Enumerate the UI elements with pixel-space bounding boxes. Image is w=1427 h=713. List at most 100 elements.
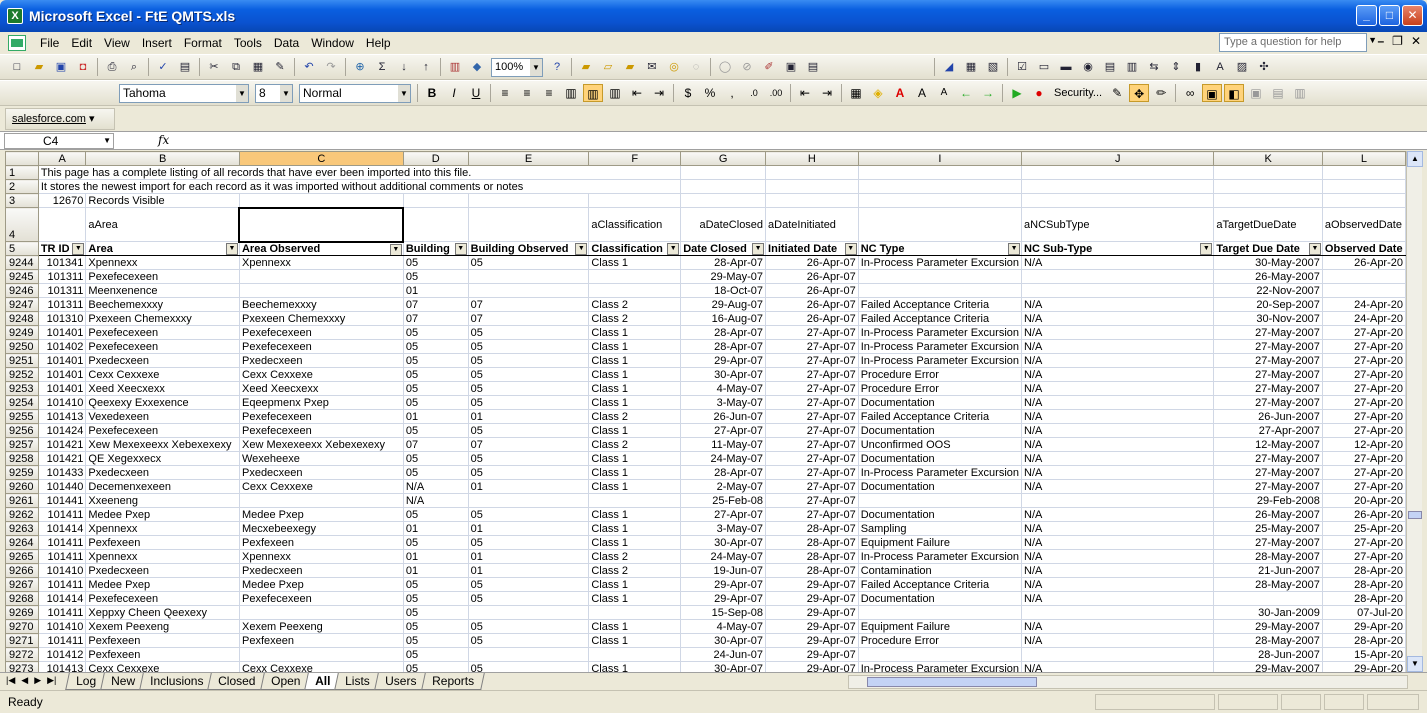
row-header[interactable]: 9273 [5,661,39,672]
filter-header[interactable]: Target Due Date ▼ [1213,241,1323,256]
tool-c-icon[interactable]: ✏ [1151,84,1171,102]
table-cell[interactable]: 101311 [37,269,87,284]
table-cell[interactable]: 26-Jun-2007 [1213,409,1323,424]
row-header[interactable]: 9261 [5,493,39,508]
table-cell[interactable]: Pxedecxeen [85,353,240,368]
table-cell[interactable] [467,493,590,508]
cell[interactable] [765,193,859,208]
table-cell[interactable]: Class 1 [588,479,682,494]
filter-header[interactable]: Date Closed ▼ [680,241,767,256]
row-header[interactable]: 9254 [5,395,39,410]
distribute-icon[interactable]: ▥ [605,84,625,102]
table-cell[interactable]: 12-Apr-20 [1321,437,1406,452]
table-cell[interactable]: 05 [402,325,469,340]
filter-header[interactable]: Observed Date [1321,241,1406,256]
cell[interactable] [1021,179,1215,194]
column-header[interactable]: H [765,151,859,166]
table-cell[interactable]: Xeppxy Cheen Qeexexy [85,605,240,620]
table-cell[interactable]: N/A [402,479,469,494]
table-cell[interactable]: N/A [1021,465,1215,480]
table-cell[interactable]: 27-Apr-20 [1321,549,1406,564]
column-header[interactable]: G [680,151,767,166]
bold-button[interactable]: B [422,84,442,102]
table-cell[interactable]: Class 1 [588,465,682,480]
table-cell[interactable]: 29-Apr-07 [765,591,859,606]
filter-header[interactable]: Area Observed ▼ [238,241,404,256]
table-cell[interactable]: 30-Apr-07 [680,633,767,648]
compare-icon[interactable]: ▤ [805,59,821,75]
table-cell[interactable]: Meenxenence [85,283,240,298]
table-cell[interactable]: 27-May-2007 [1213,535,1323,550]
table-cell[interactable]: Cexx Cexxexe [238,661,404,672]
table-cell[interactable]: In-Process Parameter Excursion [857,325,1023,340]
field-code-cell[interactable] [857,207,1023,242]
table-cell[interactable] [1021,283,1215,298]
table-cell[interactable]: Class 1 [588,423,682,438]
table-cell[interactable]: 15-Sep-08 [680,605,767,620]
table-cell[interactable]: 28-Apr-07 [680,255,767,270]
table-cell[interactable]: 07 [402,437,469,452]
grow-font-icon[interactable]: A [912,84,932,102]
decrease-decimal-icon[interactable]: .00 [766,84,786,102]
table-cell[interactable]: 05 [467,395,590,410]
table-cell[interactable] [238,605,404,620]
table-cell[interactable]: Pexefecexeen [85,269,240,284]
row-header[interactable]: 9272 [5,647,39,662]
row-header[interactable]: 9252 [5,367,39,382]
table-cell[interactable]: 101411 [37,535,87,550]
table-cell[interactable]: 101310 [37,311,87,326]
table-cell[interactable]: 101411 [37,577,87,592]
row-header[interactable]: 9267 [5,577,39,592]
tool-d-icon[interactable]: ∞ [1180,84,1200,102]
close-button[interactable]: ✕ [1402,5,1423,26]
table-cell[interactable] [467,269,590,284]
table-cell[interactable]: Class 1 [588,535,682,550]
table-cell[interactable]: 05 [402,451,469,466]
table-cell[interactable]: 27-Apr-20 [1321,395,1406,410]
table-cell[interactable] [1321,269,1406,284]
table-cell[interactable]: N/A [1021,311,1215,326]
row-header[interactable]: 9262 [5,507,39,522]
table-cell[interactable]: Pxexeen Chemexxxy [85,311,240,326]
table-cell[interactable] [588,283,682,298]
table-cell[interactable]: 2-May-07 [680,479,767,494]
table-cell[interactable]: 27-Apr-07 [765,395,859,410]
table-cell[interactable]: 24-May-07 [680,451,767,466]
sort-descending-icon[interactable]: ↑ [418,59,434,75]
print-preview-icon[interactable]: ⌕ [126,59,142,75]
table-cell[interactable]: 05 [402,633,469,648]
table-cell[interactable]: Eqeepmenx Pxep [238,395,404,410]
table-cell[interactable]: Documentation [857,451,1023,466]
hscroll-thumb[interactable] [867,677,1037,687]
table-cell[interactable]: 3-May-07 [680,521,767,536]
table-cell[interactable]: 28-Apr-07 [680,325,767,340]
table-cell[interactable]: Decemenxexeen [85,479,240,494]
link-icon[interactable]: ◎ [666,59,682,75]
table-cell[interactable]: N/A [1021,409,1215,424]
font-select[interactable]: Tahoma ▼ [119,83,249,103]
table-cell[interactable]: 07 [467,437,590,452]
table-cell[interactable]: 101412 [37,647,87,662]
table-cell[interactable]: 27-Apr-07 [765,339,859,354]
table-cell[interactable]: Equipment Failure [857,535,1023,550]
table-cell[interactable]: 05 [402,661,469,672]
table-cell[interactable]: 27-Apr-20 [1321,479,1406,494]
table-cell[interactable]: 01 [402,563,469,578]
row-header[interactable]: 2 [5,179,39,194]
table-cell[interactable]: 29-Apr-07 [680,577,767,592]
table-cell[interactable]: 05 [467,535,590,550]
table-cell[interactable]: 27-May-2007 [1213,479,1323,494]
tool-f-icon[interactable]: ◧ [1224,84,1245,102]
menu-format[interactable]: Format [178,36,228,50]
table-cell[interactable]: 05 [402,269,469,284]
active-cell[interactable] [238,206,405,243]
table-cell[interactable]: 26-Apr-20 [1321,255,1406,270]
table-cell[interactable]: 28-May-2007 [1213,549,1323,564]
table-cell[interactable]: 29-Feb-2008 [1213,493,1323,508]
table-cell[interactable]: In-Process Parameter Excursion [857,661,1023,672]
percent-icon[interactable]: % [700,84,720,102]
column-header[interactable]: F [588,151,682,166]
table-cell[interactable]: 05 [402,647,469,662]
table-cell[interactable]: Class 1 [588,451,682,466]
table-cell[interactable]: 29-Apr-07 [680,353,767,368]
